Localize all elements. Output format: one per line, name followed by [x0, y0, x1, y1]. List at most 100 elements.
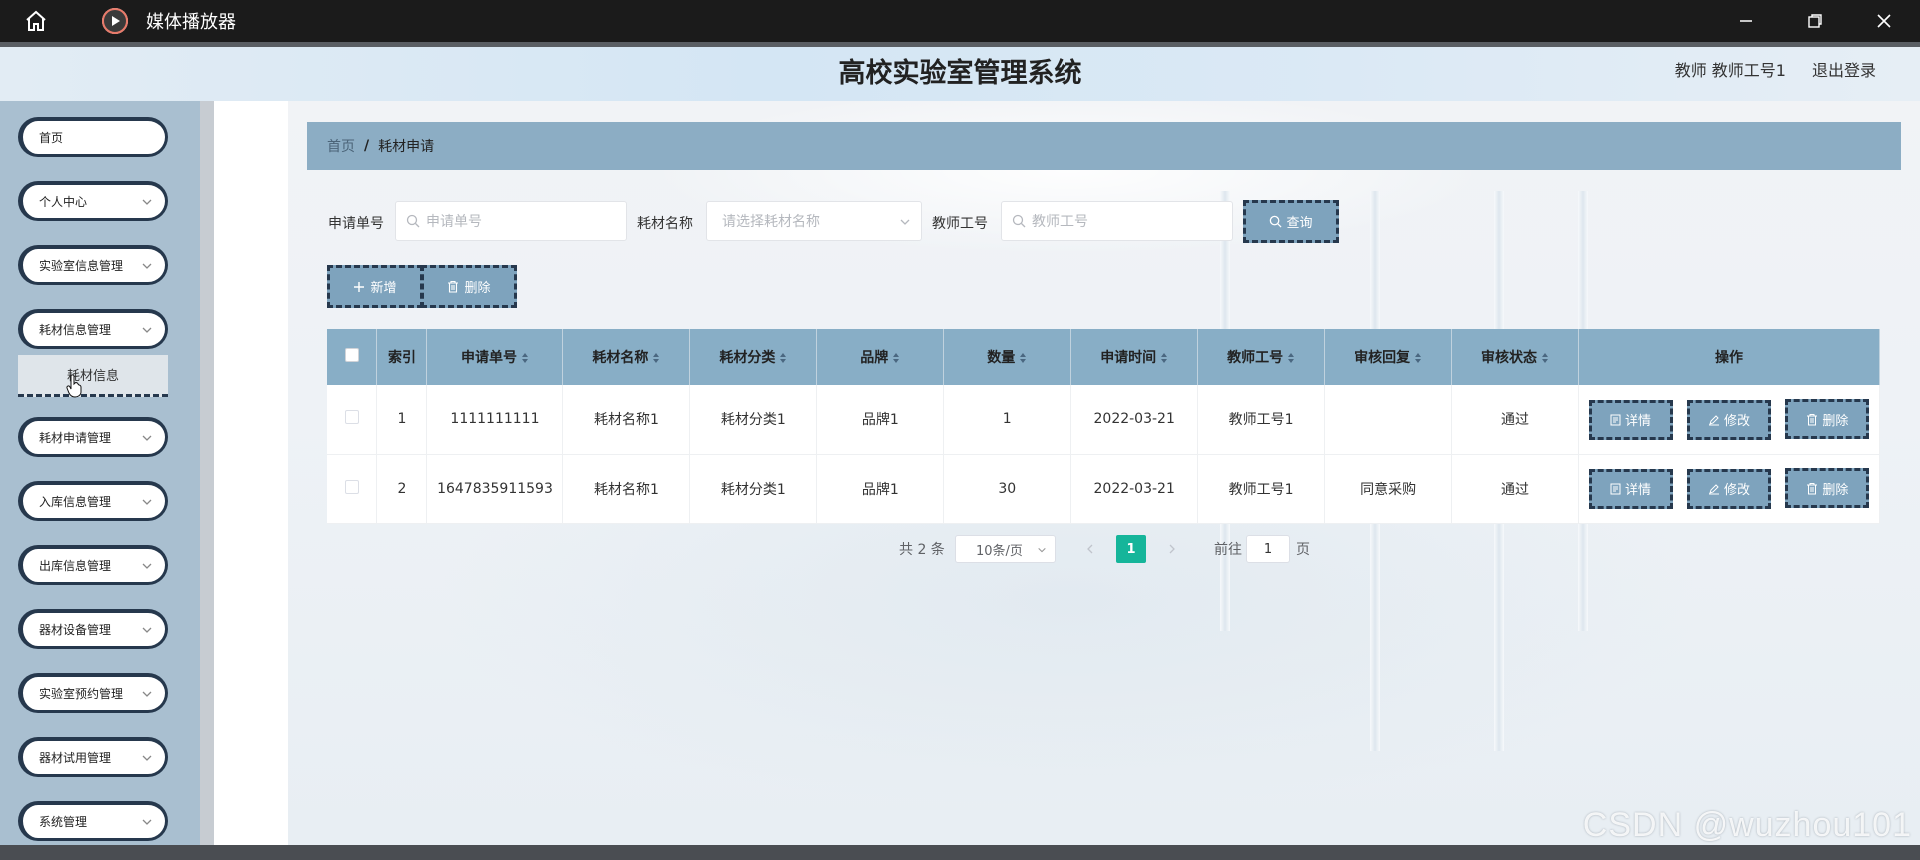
cell-category: 耗材分类1: [689, 385, 818, 455]
cell-order-no: 1647835911593: [426, 454, 564, 524]
column-header-review-reply[interactable]: 审核回复: [1324, 329, 1453, 385]
chevron-down-icon: [142, 263, 152, 269]
column-header-quantity[interactable]: 数量: [943, 329, 1072, 385]
sidebar-item-equipment[interactable]: 器材设备管理: [18, 609, 168, 649]
cell-review-status: 通过: [1451, 385, 1579, 455]
row-checkbox[interactable]: [344, 410, 359, 425]
select-all-checkbox[interactable]: [344, 348, 359, 362]
detail-button-label: 详情: [1625, 414, 1652, 429]
order-no-input[interactable]: 申请单号: [395, 201, 627, 241]
delete-button[interactable]: 删除: [1785, 399, 1870, 439]
column-header-review-status[interactable]: 审核状态: [1451, 329, 1579, 385]
cell-review-reply: [1324, 385, 1453, 455]
column-header-name[interactable]: 耗材名称: [562, 329, 691, 385]
sidebar-item-label: 实验室预约管理: [39, 687, 124, 701]
trash-icon: [1807, 413, 1818, 425]
row-select-cell[interactable]: [327, 385, 378, 455]
column-header-label: 申请时间: [1100, 350, 1157, 366]
add-button-label: 新增: [370, 281, 397, 296]
batch-delete-button[interactable]: 删除: [421, 265, 517, 308]
prev-page-button[interactable]: [1083, 535, 1097, 563]
select-all-cell[interactable]: [327, 329, 378, 385]
table-header-row: 索引 申请单号 耗材名称 耗材分类 品牌 数量 申请时间 教师工号 审核回复 审…: [327, 329, 1881, 385]
sort-icon[interactable]: [1541, 352, 1549, 364]
column-header-label: 品牌: [860, 350, 889, 366]
teacher-id-placeholder: 教师工号: [1032, 214, 1088, 230]
sidebar-item-consumable-apply[interactable]: 耗材申请管理: [18, 417, 168, 457]
logout-link[interactable]: 退出登录: [1812, 47, 1876, 95]
row-checkbox[interactable]: [344, 479, 359, 494]
sort-icon[interactable]: [1160, 352, 1168, 364]
sort-icon[interactable]: [652, 352, 660, 364]
chevron-down-icon: [142, 627, 152, 633]
column-header-actions: 操作: [1578, 329, 1881, 385]
query-button[interactable]: 查询: [1243, 200, 1339, 243]
chevron-down-icon: [142, 499, 152, 505]
consumable-name-placeholder: 请选择耗材名称: [722, 214, 820, 230]
home-icon[interactable]: [18, 3, 54, 39]
breadcrumb-home[interactable]: 首页: [327, 136, 355, 156]
page-size-select[interactable]: 10条/页: [955, 535, 1056, 563]
consumable-name-label: 耗材名称: [637, 216, 693, 232]
goto-page-input[interactable]: 1: [1246, 535, 1290, 563]
page-number-active[interactable]: 1: [1116, 535, 1146, 563]
sidebar-item-lab-booking[interactable]: 实验室预约管理: [18, 673, 168, 713]
column-header-apply-time[interactable]: 申请时间: [1070, 329, 1199, 385]
window-titlebar: 媒体播放器: [0, 0, 1920, 42]
cell-teacher-id: 教师工号1: [1197, 454, 1326, 524]
chevron-right-icon: [1169, 544, 1175, 554]
detail-button[interactable]: 详情: [1588, 468, 1673, 509]
sort-icon[interactable]: [1414, 352, 1422, 364]
sidebar-item-consumable-info[interactable]: 耗材信息管理: [18, 309, 168, 349]
close-icon[interactable]: [1856, 0, 1912, 42]
next-page-button[interactable]: [1165, 535, 1179, 563]
sidebar-item-stock-out[interactable]: 出库信息管理: [18, 545, 168, 585]
cell-index: 1: [376, 385, 428, 455]
chevron-down-icon: [142, 755, 152, 761]
chevron-down-icon: [142, 199, 152, 205]
teacher-id-input[interactable]: 教师工号: [1001, 201, 1233, 241]
sort-icon[interactable]: [1019, 352, 1027, 364]
row-select-cell[interactable]: [327, 454, 378, 524]
restore-icon[interactable]: [1787, 0, 1843, 42]
sidebar-scrollbar-thumb[interactable]: [200, 101, 214, 845]
teacher-id-label: 教师工号: [932, 216, 988, 232]
column-header-order-no[interactable]: 申请单号: [426, 329, 564, 385]
query-button-label: 查询: [1286, 216, 1313, 231]
sidebar-item-lab-info[interactable]: 实验室信息管理: [18, 245, 168, 285]
submenu-item-consumable-info[interactable]: 耗材信息: [18, 355, 168, 397]
sidebar-item-home[interactable]: 首页: [18, 117, 168, 157]
edit-button[interactable]: 修改: [1686, 399, 1771, 440]
goto-suffix: 页: [1296, 542, 1310, 558]
sidebar-scrollbar[interactable]: [200, 101, 214, 845]
column-header-brand[interactable]: 品牌: [816, 329, 945, 385]
delete-button[interactable]: 删除: [1785, 468, 1870, 509]
detail-button[interactable]: 详情: [1588, 399, 1673, 440]
sort-icon[interactable]: [892, 352, 900, 364]
add-button[interactable]: 新增: [327, 265, 423, 308]
content-gutter: [214, 101, 288, 845]
consumable-name-select[interactable]: 请选择耗材名称: [706, 201, 922, 241]
cell-review-status: 通过: [1451, 454, 1579, 524]
sidebar-item-equipment-trial[interactable]: 器材试用管理: [18, 737, 168, 777]
media-player-icon: [102, 8, 128, 34]
sort-icon[interactable]: [1287, 352, 1295, 364]
sidebar-item-label: 个人中心: [39, 195, 88, 209]
sidebar-item-system[interactable]: 系统管理: [18, 801, 168, 841]
current-user: 教师 教师工号1: [1674, 61, 1786, 80]
chevron-down-icon: [900, 219, 910, 225]
edit-button[interactable]: 修改: [1686, 468, 1771, 509]
sort-icon[interactable]: [779, 352, 787, 364]
trash-icon: [1807, 482, 1818, 495]
cell-apply-time: 2022-03-21: [1070, 454, 1199, 524]
minimize-icon[interactable]: [1718, 0, 1774, 42]
chevron-left-icon: [1087, 544, 1093, 554]
column-header-category[interactable]: 耗材分类: [689, 329, 818, 385]
bottom-strip: [0, 845, 1920, 860]
search-icon: [1012, 214, 1026, 228]
sidebar-item-stock-in[interactable]: 入库信息管理: [18, 481, 168, 521]
sidebar-item-label: 出库信息管理: [39, 559, 112, 573]
column-header-teacher-id[interactable]: 教师工号: [1197, 329, 1326, 385]
sort-icon[interactable]: [521, 352, 529, 364]
sidebar-item-personal-center[interactable]: 个人中心: [18, 181, 168, 221]
